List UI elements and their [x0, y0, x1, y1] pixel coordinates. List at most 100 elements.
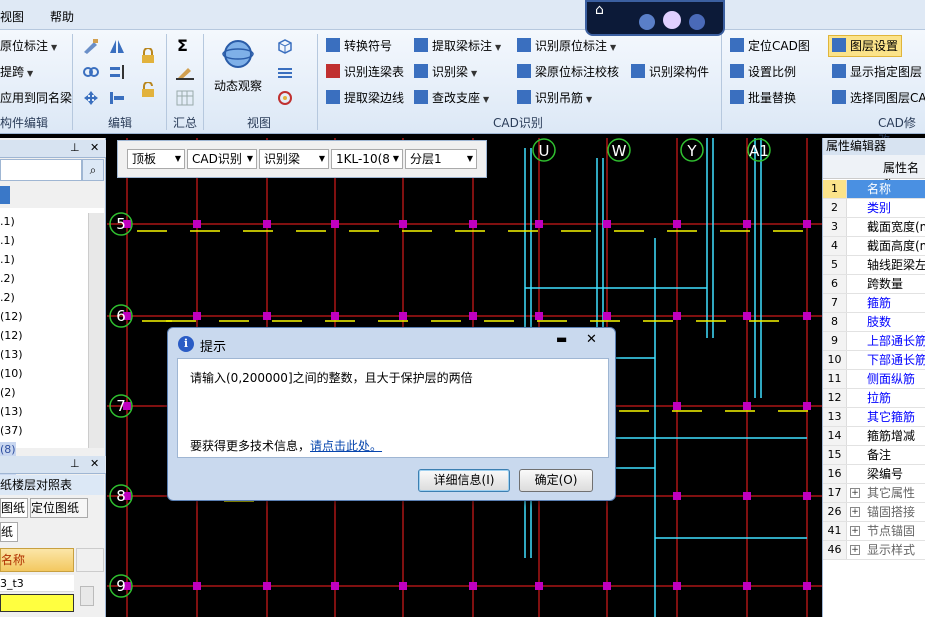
property-row[interactable]: 46 + 显示样式	[823, 541, 925, 560]
show-specified-layer-button[interactable]: 显示指定图层	[832, 62, 922, 82]
list-item[interactable]: (13)	[0, 347, 23, 362]
minimize-icon[interactable]: ▬	[556, 332, 567, 346]
convert-symbol-button[interactable]: 转换符号	[326, 36, 392, 56]
identify-coupling-beam-table-button[interactable]: 识别连梁表	[326, 62, 404, 82]
property-row[interactable]: 26 + 锚固搭接	[823, 503, 925, 522]
unlock-icon[interactable]	[140, 82, 156, 98]
dialog-titlebar[interactable]: i 提示 ▬ ✕	[168, 328, 615, 358]
list-item[interactable]: .1)	[0, 233, 15, 248]
pencil-icon[interactable]	[176, 64, 194, 80]
list-item[interactable]: (2)	[0, 385, 16, 400]
expand-icon[interactable]: +	[850, 545, 860, 555]
mirror-icon[interactable]	[108, 38, 126, 54]
pin-icon[interactable]: ⊥	[70, 141, 80, 154]
close-icon[interactable]: ✕	[90, 457, 99, 470]
dynamic-orbit-button[interactable]: 动态观察	[214, 76, 262, 96]
property-row[interactable]: 15 备注	[823, 446, 925, 465]
axis-label: 6	[116, 307, 126, 325]
list-item[interactable]: (10)	[0, 366, 23, 381]
property-row[interactable]: 9 上部通长筋	[823, 332, 925, 351]
extend-icon[interactable]	[108, 90, 126, 106]
action-select[interactable]: 识别梁 ▼	[259, 149, 329, 169]
property-row[interactable]: 8 肢数	[823, 313, 925, 332]
property-row[interactable]: 3 截面宽度(m	[823, 218, 925, 237]
list-scrollbar[interactable]	[88, 213, 104, 448]
drawing-row-selected[interactable]	[0, 594, 74, 612]
list-item[interactable]: .2)	[0, 271, 15, 286]
cube-view-icon[interactable]	[276, 38, 294, 54]
property-row[interactable]: 10 下部通长筋	[823, 351, 925, 370]
tab-drawings[interactable]: 图纸	[0, 498, 28, 518]
search-icon[interactable]: ⌕	[82, 159, 104, 181]
pin-icon[interactable]: ⊥	[70, 457, 80, 470]
details-button[interactable]: 详细信息(I)	[418, 469, 510, 492]
ok-button[interactable]: 确定(O)	[519, 469, 593, 492]
beam-select[interactable]: 1KL-10(8 ▼	[331, 149, 403, 169]
floor-select[interactable]: 顶板 ▼	[127, 149, 185, 169]
select-same-layer-button[interactable]: 选择同图层CA	[832, 88, 925, 108]
property-row[interactable]: 12 拉筋	[823, 389, 925, 408]
property-row[interactable]: 7 箍筋	[823, 294, 925, 313]
identify-hanger-bar-button[interactable]: 识别吊筋 ▼	[517, 88, 592, 108]
drawing-row[interactable]: 3_t3	[0, 575, 74, 592]
expand-icon[interactable]: +	[850, 526, 860, 536]
property-row[interactable]: 41 + 节点锚固	[823, 522, 925, 541]
brush-icon[interactable]	[82, 38, 100, 54]
expand-icon[interactable]: +	[850, 507, 860, 517]
layer-settings-button[interactable]: 图层设置	[828, 35, 903, 57]
property-row[interactable]: 11 侧面纵筋	[823, 370, 925, 389]
property-row[interactable]: 5 轴线距梁左	[823, 256, 925, 275]
move-icon[interactable]	[82, 90, 100, 106]
list-item[interactable]: .1)	[0, 214, 15, 229]
menu-view[interactable]: 视图	[0, 8, 24, 25]
expand-icon[interactable]: +	[850, 488, 860, 498]
more-info-link[interactable]: 请点击此处。	[310, 439, 382, 453]
identify-beam-button[interactable]: 识别梁 ▼	[414, 62, 477, 82]
column-header-name[interactable]: 名称	[0, 548, 74, 572]
property-row[interactable]: 14 箍筋增减	[823, 427, 925, 446]
list-item[interactable]: (12)	[0, 328, 23, 343]
property-row[interactable]: 2 类别	[823, 199, 925, 218]
layer-select[interactable]: 分层1 ▼	[405, 149, 477, 169]
set-scale-button[interactable]: 设置比例	[730, 62, 796, 82]
extract-span-button[interactable]: 提跨 ▼	[0, 62, 33, 82]
tab-locate-drawings[interactable]: 定位图纸	[30, 498, 88, 518]
property-row[interactable]: 13 其它箍筋	[823, 408, 925, 427]
tab-indicator[interactable]	[0, 186, 10, 204]
search-input[interactable]	[0, 159, 82, 181]
locate-cad-button[interactable]: 定位CAD图	[730, 36, 810, 56]
lock-icon[interactable]	[140, 48, 156, 64]
mode-select[interactable]: CAD识别 ▼	[187, 149, 257, 169]
close-icon[interactable]: ✕	[586, 332, 597, 347]
batch-replace-button[interactable]: 批量替换	[730, 88, 796, 108]
subtab-drawing[interactable]: 纸	[0, 522, 18, 542]
list-item[interactable]: (37)	[0, 423, 23, 438]
close-icon[interactable]: ✕	[90, 141, 99, 154]
list-item[interactable]: .1)	[0, 252, 15, 267]
list-item[interactable]: (12)	[0, 309, 23, 324]
menu-help[interactable]: 帮助	[50, 8, 74, 25]
orbit-globe-icon[interactable]	[222, 38, 254, 70]
extract-beam-edge-button[interactable]: 提取梁边线	[326, 88, 404, 108]
property-row[interactable]: 4 截面高度(m	[823, 237, 925, 256]
list-item[interactable]: .2)	[0, 290, 15, 305]
list-item[interactable]: (8)	[0, 442, 16, 457]
apply-same-beam-button[interactable]: 应用到同名梁	[0, 88, 72, 108]
identify-in-place-annotation-button[interactable]: 识别原位标注 ▼	[517, 36, 616, 56]
identify-beam-component-button[interactable]: 识别梁构件	[631, 62, 709, 82]
align-icon[interactable]	[108, 64, 126, 80]
sum-icon[interactable]: Σ	[177, 36, 188, 55]
rotate-icon[interactable]	[276, 90, 294, 106]
property-row[interactable]: 6 跨数量	[823, 275, 925, 294]
beam-annotation-check-button[interactable]: 梁原位标注校核	[517, 62, 619, 82]
drawings-scrollbar[interactable]	[80, 586, 94, 606]
property-row[interactable]: 16 梁编号	[823, 465, 925, 484]
link-icon[interactable]	[82, 64, 100, 80]
property-row[interactable]: 17 + 其它属性	[823, 484, 925, 503]
check-support-button[interactable]: 查改支座 ▼	[414, 88, 489, 108]
layers-icon[interactable]	[276, 64, 294, 80]
property-row[interactable]: 1 名称	[823, 180, 925, 199]
in-place-annotation-button[interactable]: 原位标注 ▼	[0, 36, 57, 56]
extract-beam-annotation-button[interactable]: 提取梁标注 ▼	[414, 36, 501, 56]
list-item[interactable]: (13)	[0, 404, 23, 419]
